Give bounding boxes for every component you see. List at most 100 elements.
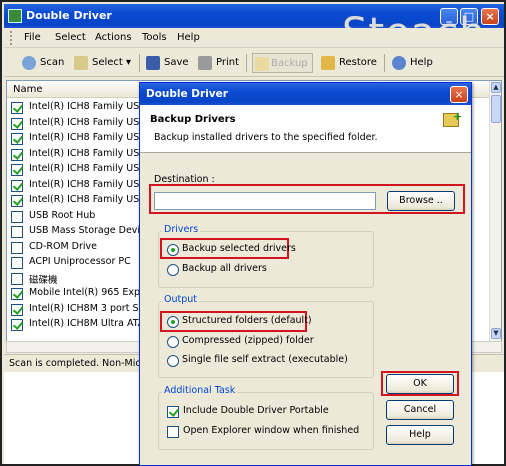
device-name: USB Root Hub: [29, 209, 96, 221]
print-label: Print: [216, 57, 240, 68]
radio-label: Compressed (zipped) folder: [182, 335, 314, 346]
checkbox-unchecked[interactable]: [11, 210, 23, 223]
select-label: Select: [92, 57, 123, 68]
help-icon: [392, 56, 406, 70]
destination-input[interactable]: [154, 192, 376, 210]
radio-button-selected: [167, 316, 179, 328]
radio-button: [167, 355, 179, 367]
restore-button[interactable]: Restore: [321, 53, 377, 73]
dialog-header-description: Backup installed drivers to the specifie…: [154, 132, 378, 143]
cancel-button[interactable]: Cancel: [386, 400, 454, 420]
help-button[interactable]: Help: [392, 53, 433, 73]
checkbox-checked: [167, 406, 179, 418]
checkbox-unchecked[interactable]: [11, 272, 23, 285]
menu-grip: [10, 31, 13, 45]
printer-icon: [198, 56, 212, 70]
checkbox-unchecked[interactable]: [11, 226, 23, 238]
main-window-title: Double Driver: [26, 9, 112, 22]
dialog-header-title: Backup Drivers: [150, 114, 236, 125]
save-label: Save: [164, 57, 189, 68]
device-name: Intel(R) ICH8 Family USB: [29, 194, 146, 205]
restore-label: Restore: [339, 57, 377, 68]
toolbar-separator: [139, 54, 140, 72]
additional-task-title: Additional Task: [162, 385, 238, 396]
checkbox-checked[interactable]: [11, 148, 23, 161]
scan-button[interactable]: Scan: [22, 53, 64, 73]
magnifier-icon: [22, 56, 36, 70]
device-name: Intel(R) ICH8 Family USB: [29, 132, 146, 143]
device-name: Intel(R) ICH8 Family USB: [29, 163, 146, 174]
checkbox-unchecked[interactable]: [11, 241, 23, 254]
checkbox-checked[interactable]: [11, 164, 23, 176]
menu-actions[interactable]: Actions: [95, 32, 132, 43]
checkbox-label: Include Double Driver Portable: [183, 405, 329, 416]
folder-add-icon: [443, 110, 462, 127]
checkbox-checked[interactable]: [11, 195, 23, 207]
checkbox-checked[interactable]: [11, 303, 23, 316]
backup-label: Backup: [271, 58, 308, 69]
backup-button[interactable]: Backup: [252, 53, 313, 73]
scroll-down-arrow[interactable]: ▼: [491, 328, 501, 339]
select-button[interactable]: Select ▾: [74, 53, 131, 73]
browse-button[interactable]: Browse ..: [387, 191, 455, 211]
device-name: CD-ROM Drive: [29, 240, 97, 252]
scroll-up-arrow[interactable]: ▲: [491, 82, 501, 93]
save-button[interactable]: Save: [146, 53, 189, 73]
screenshot-frame: Double Driver _ □ × Steach File Select A…: [0, 0, 506, 466]
radio-button: [167, 336, 179, 348]
scan-label: Scan: [40, 57, 65, 68]
radio-label: Single file self extract (executable): [182, 354, 348, 365]
dialog-help-button[interactable]: Help: [386, 425, 454, 445]
dialog-header: Backup Drivers Backup installed drivers …: [140, 105, 471, 153]
device-name: Intel(R) ICH8 Family USB: [29, 178, 146, 190]
checkbox-checked[interactable]: [11, 133, 23, 145]
device-name: Intel(R) ICH8M Ultra ATA: [29, 318, 145, 329]
vertical-scrollbar[interactable]: ▲ ▼: [489, 81, 501, 341]
dialog-title: Double Driver: [146, 88, 228, 100]
toolbar: Scan Select ▾ Save Print Backup Restore …: [4, 49, 504, 77]
checkbox-checked[interactable]: [11, 288, 23, 300]
device-name: Intel(R) ICH8 Family USB: [29, 101, 146, 112]
backup-icon: [255, 57, 269, 71]
drivers-group-title: Drivers: [162, 224, 201, 235]
chevron-down-icon: ▾: [126, 57, 132, 68]
menu-bar: File Select Actions Tools Help: [4, 28, 504, 48]
device-name: 磁碟機: [29, 274, 58, 286]
checkbox-checked[interactable]: [11, 117, 23, 130]
dialog-title-bar: Double Driver: [140, 83, 471, 105]
help-label: Help: [410, 57, 433, 68]
radio-label: Backup all drivers: [182, 263, 267, 274]
backup-dialog: Double Driver × Backup Drivers Backup in…: [139, 82, 472, 466]
scrollbar-thumb[interactable]: [491, 95, 501, 123]
checkbox-label: Open Explorer window when finished: [183, 425, 360, 436]
device-name: Intel(R) ICH8 Family USB: [29, 116, 146, 128]
menu-file[interactable]: File: [24, 32, 41, 43]
device-name: Intel(R) ICH8 Family USB: [29, 147, 146, 159]
ok-button[interactable]: OK: [386, 374, 454, 394]
device-name: Intel(R) ICH8M 3 port Se: [29, 302, 145, 314]
checkbox-checked[interactable]: [11, 179, 23, 192]
radio-button-selected: [167, 244, 179, 256]
device-name: ACPI Uniprocessor PC: [29, 256, 131, 267]
radio-label: Backup selected drivers: [182, 243, 296, 254]
print-button[interactable]: Print: [198, 53, 239, 73]
output-group-title: Output: [162, 294, 199, 305]
checkbox-unchecked[interactable]: [11, 257, 23, 269]
device-name: Mobile Intel(R) 965 Expre: [29, 287, 150, 298]
radio-label: Structured folders (default): [182, 315, 312, 326]
dialog-close-button[interactable]: ×: [450, 86, 468, 103]
select-icon: [74, 56, 88, 70]
checkbox-unchecked: [167, 426, 179, 438]
checkbox-checked[interactable]: [11, 319, 23, 331]
menu-help[interactable]: Help: [177, 32, 200, 43]
toolbar-separator: [384, 54, 385, 72]
checkbox-checked[interactable]: [11, 102, 23, 114]
menu-tools[interactable]: Tools: [142, 32, 167, 43]
toolbar-separator: [246, 54, 247, 72]
floppy-icon: [146, 56, 160, 70]
device-name: USB Mass Storage Device: [29, 225, 152, 236]
menu-select[interactable]: Select: [55, 32, 86, 43]
radio-button: [167, 264, 179, 276]
app-icon: [8, 9, 22, 23]
restore-icon: [321, 56, 335, 70]
